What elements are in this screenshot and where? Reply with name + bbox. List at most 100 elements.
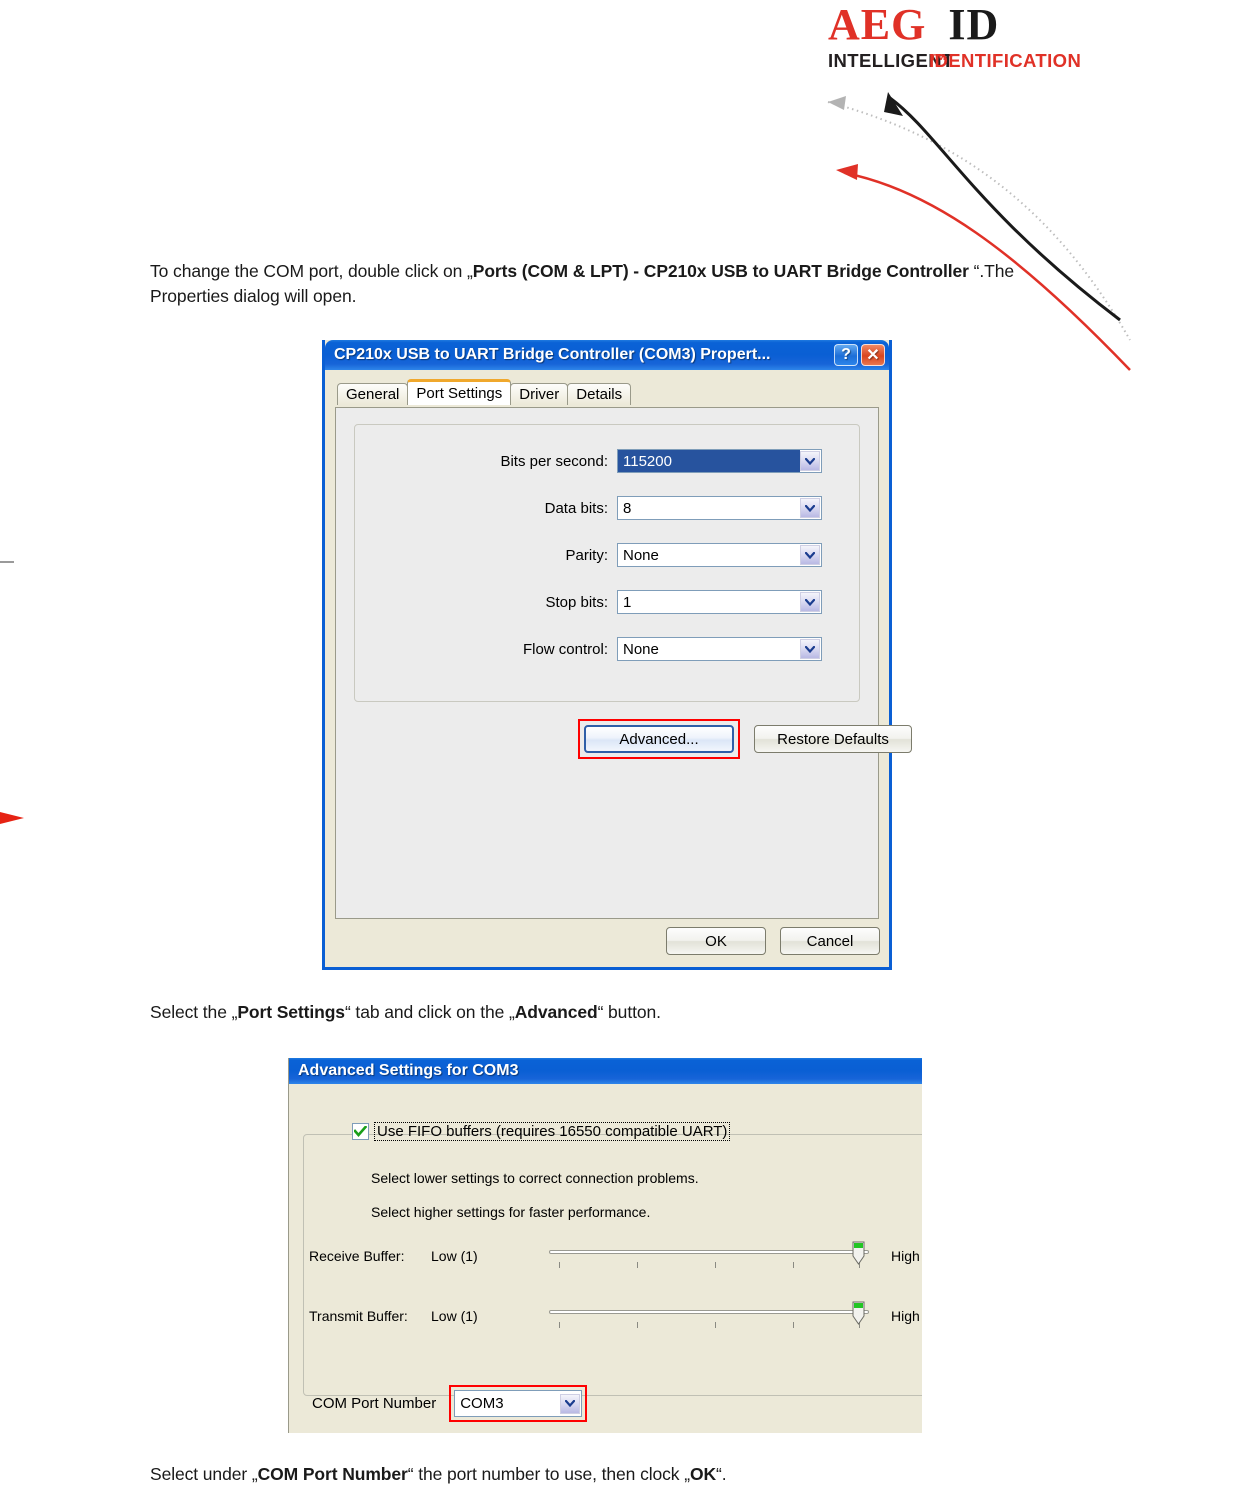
para3-bold-b: OK xyxy=(689,1464,716,1484)
red-arrowhead xyxy=(836,164,858,180)
com-port-combo-wrap: COM3 xyxy=(449,1385,588,1422)
transmit-buffer-slider-row: Transmit Buffer: Low (1) High (1 xyxy=(309,1301,922,1331)
instruction-paragraph-2: Select the „Port Settings“ tab and click… xyxy=(150,1000,1030,1025)
receive-buffer-thumb[interactable] xyxy=(852,1241,865,1265)
para3-text-a: Select under „ xyxy=(150,1464,258,1484)
red-left-arrowhead xyxy=(0,812,24,824)
hint-higher-settings: Select higher settings for faster perfor… xyxy=(371,1204,651,1220)
label-data-bits: Data bits: xyxy=(544,499,608,517)
combo-data-bits-value: 8 xyxy=(623,499,632,517)
help-icon[interactable]: ? xyxy=(834,344,858,366)
label-bits-per-second: Bits per second: xyxy=(500,452,608,470)
logo-tagline: INTELLIGENT IDENTIFICATION ™ xyxy=(828,50,1108,74)
para3-bold-a: COM Port Number xyxy=(257,1464,408,1484)
chevron-down-icon[interactable] xyxy=(800,639,820,659)
combo-bits-per-second-value: 115200 xyxy=(618,450,800,472)
com-port-number-combo[interactable]: COM3 xyxy=(454,1390,583,1417)
tab-details[interactable]: Details xyxy=(567,383,632,405)
logo-wordmark: AEG ID xyxy=(828,2,1108,48)
fifo-checkbox-label[interactable]: Use FIFO buffers (requires 16550 compati… xyxy=(374,1122,731,1141)
left-margin-marks xyxy=(0,561,24,824)
receive-buffer-ticks xyxy=(549,1262,869,1270)
com-port-number-label: COM Port Number xyxy=(312,1395,437,1412)
combo-parity[interactable]: None xyxy=(617,543,822,567)
checkmark-icon xyxy=(354,1126,367,1137)
para1-bold: Ports (COM & LPT) - CP210x USB to UART B… xyxy=(472,261,969,281)
field-parity: Parity: None xyxy=(355,541,859,569)
tab-strip: General Port Settings Driver Details xyxy=(337,379,889,405)
para2-text-a: Select the „ xyxy=(150,1002,238,1022)
para2-text-b: “ tab and click on the „ xyxy=(344,1002,515,1022)
logo-aeg-text: AEG xyxy=(828,0,927,49)
tab-driver[interactable]: Driver xyxy=(510,383,569,405)
transmit-buffer-ticks xyxy=(549,1322,869,1330)
tab-port-settings[interactable]: Port Settings xyxy=(407,379,512,405)
para2-bold-a: Port Settings xyxy=(237,1002,345,1022)
cancel-button[interactable]: Cancel xyxy=(780,927,880,955)
field-data-bits: Data bits: 8 xyxy=(355,494,859,522)
dialog-title: CP210x USB to UART Bridge Controller (CO… xyxy=(334,346,771,363)
combo-flow-control[interactable]: None xyxy=(617,637,822,661)
chevron-down-icon[interactable] xyxy=(800,451,820,471)
receive-buffer-low-label: Low (1) xyxy=(431,1248,478,1264)
transmit-buffer-label: Transmit Buffer: xyxy=(309,1308,408,1324)
close-icon[interactable]: ✕ xyxy=(861,344,885,366)
transmit-buffer-slider[interactable] xyxy=(549,1301,869,1331)
fifo-checkbox-row[interactable]: Use FIFO buffers (requires 16550 compati… xyxy=(352,1122,731,1141)
transmit-buffer-low-label: Low (1) xyxy=(431,1308,478,1324)
label-stop-bits: Stop bits: xyxy=(545,593,608,611)
chevron-down-icon[interactable] xyxy=(560,1393,581,1414)
instruction-paragraph-1: To change the COM port, double click on … xyxy=(150,259,1030,309)
restore-defaults-button[interactable]: Restore Defaults xyxy=(754,725,912,753)
tab-general[interactable]: General xyxy=(337,383,409,405)
combo-flow-control-value: None xyxy=(623,640,659,658)
transmit-buffer-track xyxy=(549,1310,869,1314)
decorative-swoosh-graphic xyxy=(827,92,1131,371)
advanced-dialog-titlebar[interactable]: Advanced Settings for COM3 xyxy=(289,1058,922,1084)
receive-buffer-label: Receive Buffer: xyxy=(309,1248,405,1264)
receive-buffer-slider-row: Receive Buffer: Low (1) High (1 xyxy=(309,1241,922,1271)
field-stop-bits: Stop bits: 1 xyxy=(355,588,859,616)
combo-parity-value: None xyxy=(623,546,659,564)
advanced-dialog-title: Advanced Settings for COM3 xyxy=(298,1062,519,1079)
para3-text-b: “ the port number to use, then clock „ xyxy=(407,1464,690,1484)
instruction-paragraph-3: Select under „COM Port Number“ the port … xyxy=(150,1462,1050,1487)
para2-text-c: “ button. xyxy=(597,1002,661,1022)
field-flow-control: Flow control: None xyxy=(355,635,859,663)
receive-buffer-track xyxy=(549,1250,869,1254)
advanced-settings-dialog: Advanced Settings for COM3 Select lower … xyxy=(288,1058,922,1433)
cp210x-properties-dialog: CP210x USB to UART Bridge Controller (CO… xyxy=(322,340,912,970)
gray-arrowhead xyxy=(828,96,846,110)
receive-buffer-slider[interactable] xyxy=(549,1241,869,1271)
combo-stop-bits[interactable]: 1 xyxy=(617,590,822,614)
chevron-down-icon[interactable] xyxy=(800,592,820,612)
combo-data-bits[interactable]: 8 xyxy=(617,496,822,520)
company-logo: AEG ID INTELLIGENT IDENTIFICATION ™ xyxy=(828,2,1108,80)
dialog-titlebar[interactable]: CP210x USB to UART Bridge Controller (CO… xyxy=(325,340,889,370)
advanced-button[interactable]: Advanced... xyxy=(584,725,734,753)
com-port-number-value: COM3 xyxy=(460,1395,504,1412)
black-arrowhead xyxy=(884,92,903,116)
label-flow-control: Flow control: xyxy=(522,640,608,658)
hint-lower-settings: Select lower settings to correct connect… xyxy=(371,1170,699,1186)
logo-tagline-identification-text: IDENTIFICATION xyxy=(929,50,1082,71)
receive-buffer-high-label: High (1 xyxy=(891,1248,922,1264)
para1-text-a: To change the COM port, double click on … xyxy=(150,261,473,281)
transmit-buffer-thumb[interactable] xyxy=(852,1301,865,1325)
para3-text-c: “. xyxy=(716,1464,727,1484)
chevron-down-icon[interactable] xyxy=(800,498,820,518)
trademark-symbol: ™ xyxy=(929,50,948,71)
label-parity: Parity: xyxy=(565,546,608,564)
para2-bold-b: Advanced xyxy=(514,1002,598,1022)
ok-button[interactable]: OK xyxy=(666,927,766,955)
logo-id-text: ID xyxy=(948,0,1000,49)
fifo-checkbox[interactable] xyxy=(352,1123,369,1140)
chevron-down-icon[interactable] xyxy=(800,545,820,565)
port-settings-panel: Bits per second: 115200 Data bits: 8 Par… xyxy=(335,407,912,919)
field-bits-per-second: Bits per second: 115200 xyxy=(355,447,859,475)
combo-bits-per-second[interactable]: 115200 xyxy=(617,449,822,473)
port-settings-groupbox: Bits per second: 115200 Data bits: 8 Par… xyxy=(354,424,860,702)
combo-stop-bits-value: 1 xyxy=(623,593,632,611)
com-port-number-row: COM Port Number COM3 xyxy=(312,1385,588,1422)
transmit-buffer-high-label: High (1 xyxy=(891,1308,922,1324)
